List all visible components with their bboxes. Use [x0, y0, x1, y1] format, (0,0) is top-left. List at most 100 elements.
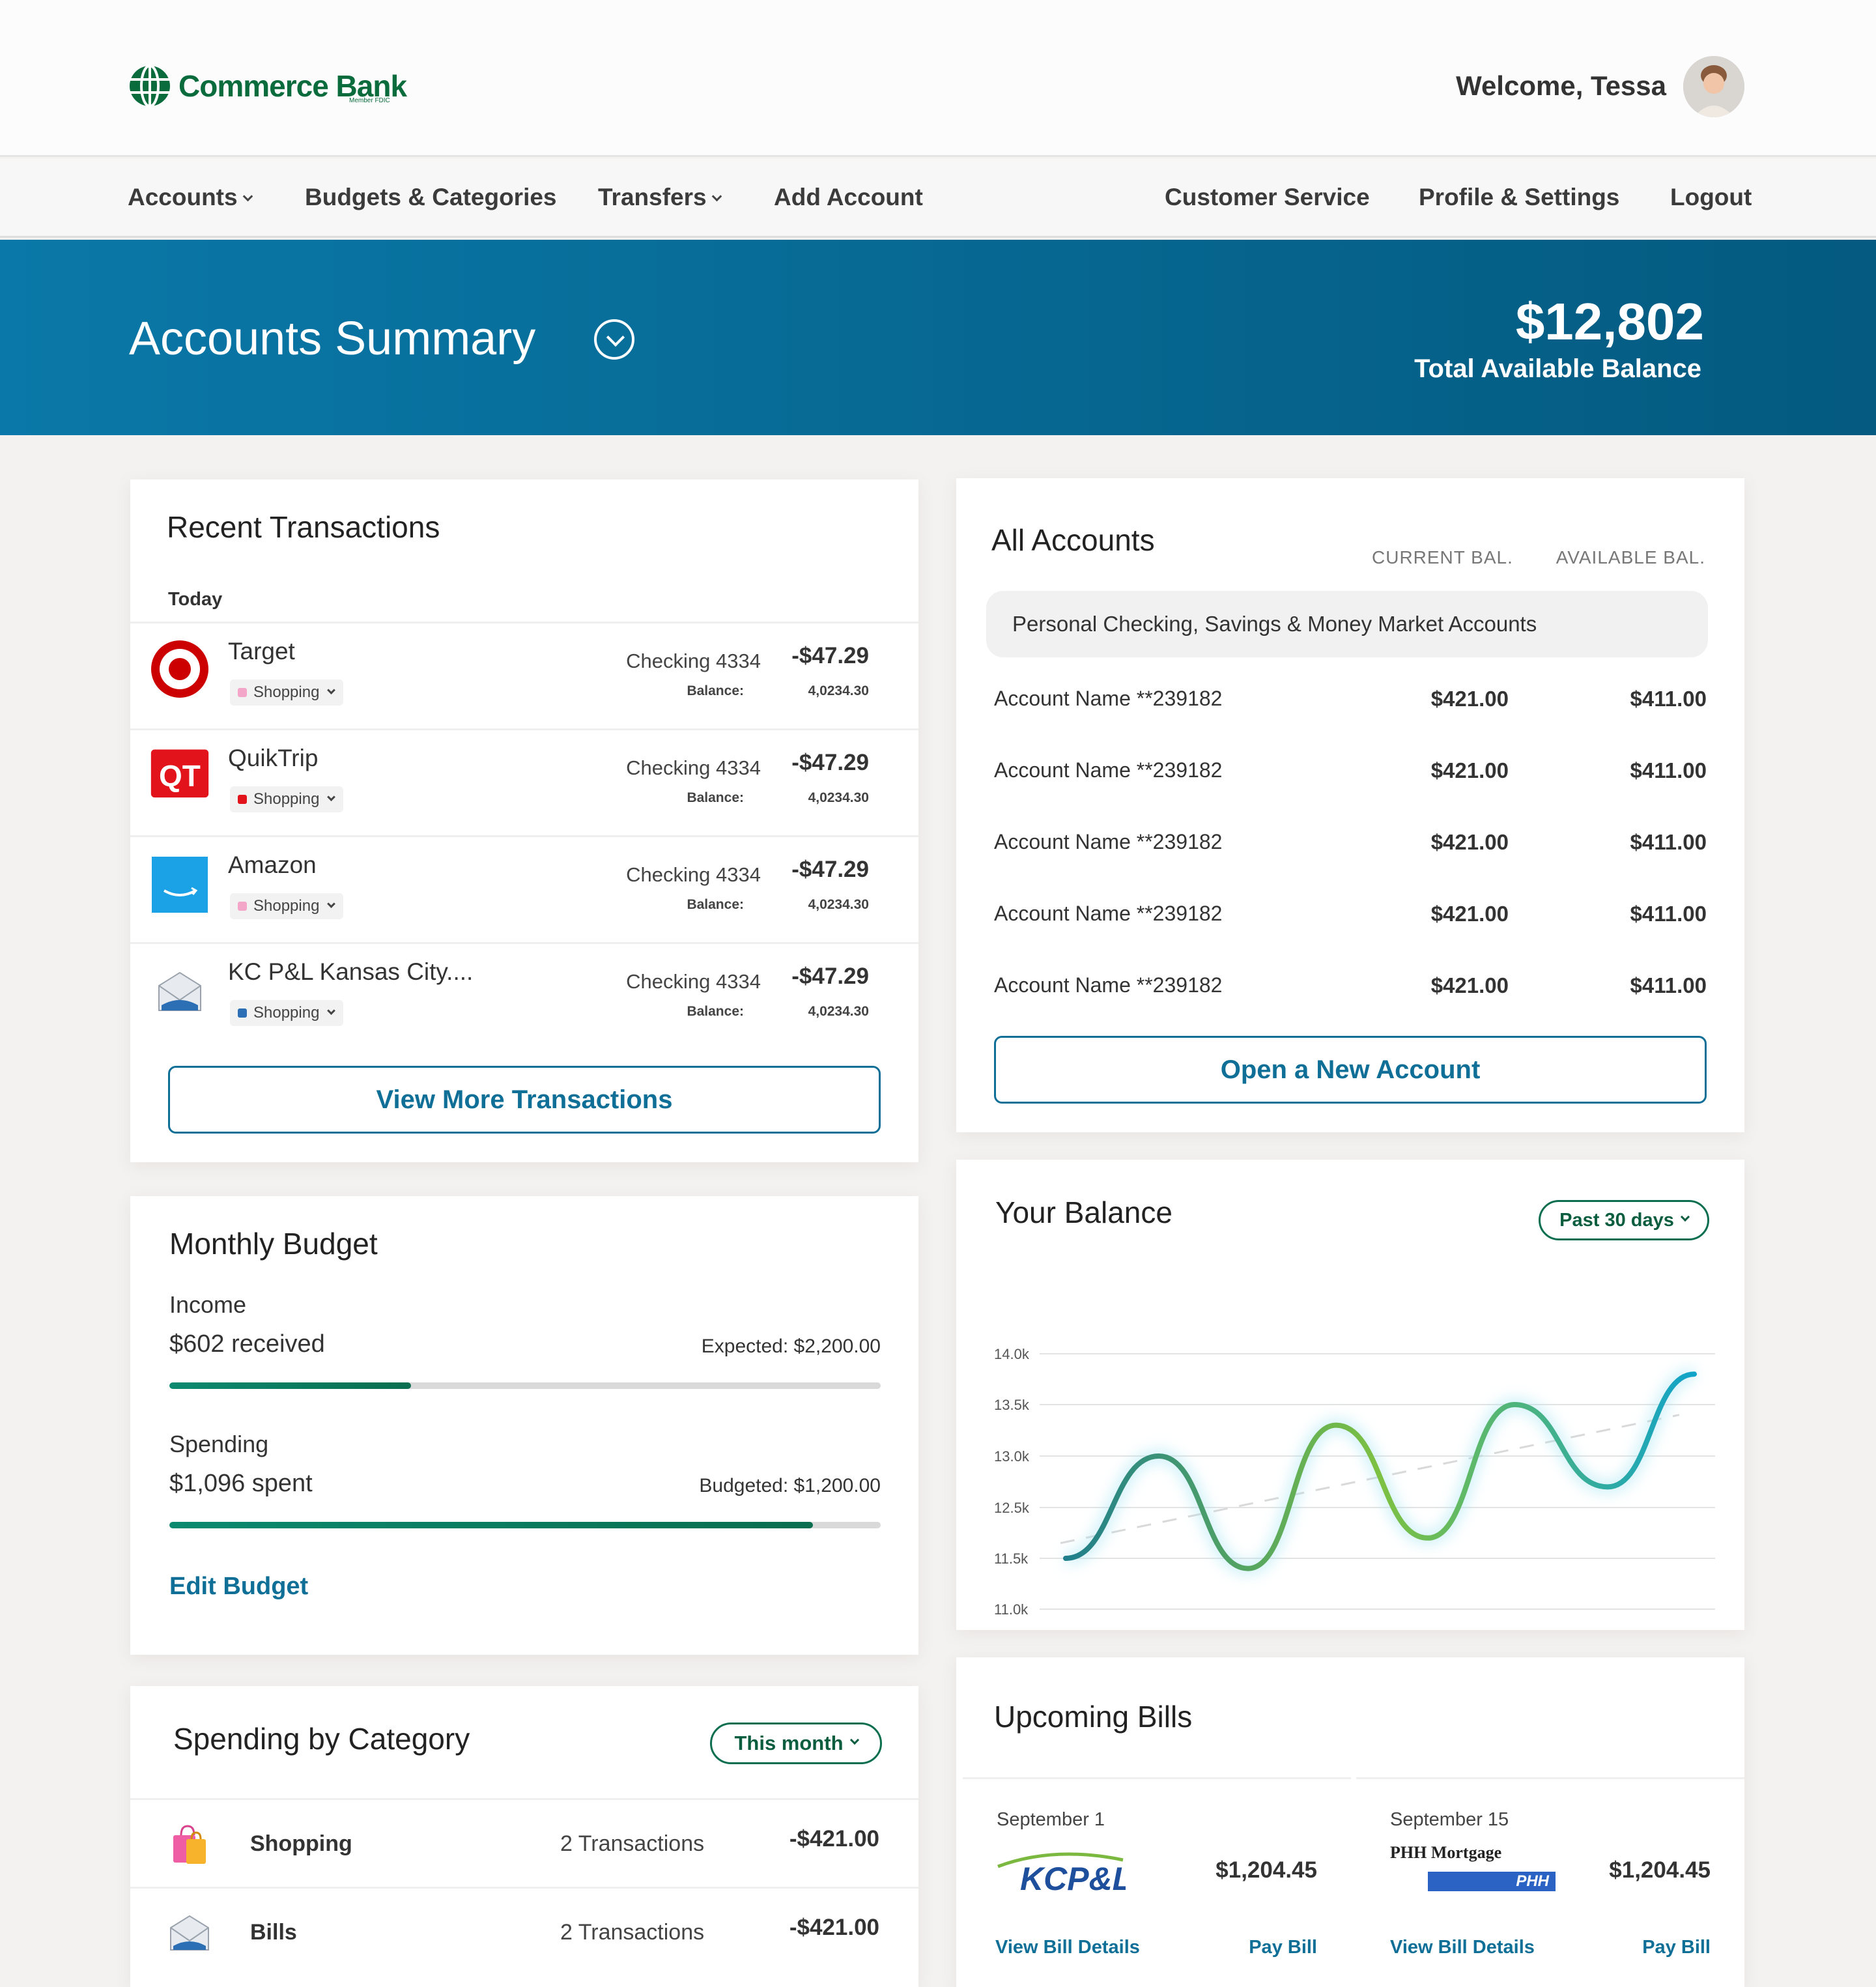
y-tick-label: 12.5k	[994, 1500, 1030, 1516]
edit-budget-link[interactable]: Edit Budget	[169, 1573, 308, 1601]
recent-transactions-title: Recent Transactions	[167, 510, 440, 544]
pay-bill-link[interactable]: Pay Bill	[1249, 1937, 1317, 1958]
account-row[interactable]: Account Name **239182 $421.00 $411.00	[956, 902, 1744, 941]
income-value: $602 received	[169, 1330, 325, 1358]
balance-range-dropdown[interactable]: Past 30 days	[1539, 1200, 1709, 1240]
transaction-amount: -$47.29	[791, 857, 869, 882]
bill-date: September 1	[997, 1809, 1105, 1830]
shopping-bag-icon	[238, 688, 247, 697]
merchant-name: QuikTrip	[228, 745, 319, 771]
spending-progress-bar	[169, 1522, 881, 1528]
available-balance: $411.00	[1630, 758, 1707, 782]
total-balance-amount: $12,802	[1515, 293, 1704, 350]
current-balance: $421.00	[1430, 973, 1509, 997]
available-balance: $411.00	[1630, 902, 1707, 926]
view-bill-details-link[interactable]: View Bill Details	[995, 1937, 1140, 1958]
income-progress-fill	[169, 1382, 412, 1389]
transaction-row[interactable]: KC P&L Kansas City.... Shopping Checking…	[130, 942, 918, 1049]
day-header: Today	[168, 589, 223, 610]
nav-logout[interactable]: Logout	[1670, 184, 1752, 211]
merchant-name: Target	[228, 638, 295, 665]
nav-profile-settings[interactable]: Profile & Settings	[1419, 184, 1619, 211]
brand-logo[interactable]: Commerce Bank Member FDIC	[128, 64, 407, 108]
balance-series-line	[1063, 1371, 1697, 1571]
nav-customer-service[interactable]: Customer Service	[1165, 184, 1370, 211]
chevron-circle-icon[interactable]	[594, 319, 634, 360]
open-new-account-button[interactable]: Open a New Account	[994, 1036, 1707, 1104]
account-label: Checking 4334	[626, 756, 761, 779]
transaction-row[interactable]: QT QuikTrip Shopping Checking 4334 -$47.…	[130, 728, 918, 835]
envelope-icon	[170, 1915, 209, 1951]
nav-transfers[interactable]: Transfers	[598, 184, 722, 211]
category-amount: -$421.00	[789, 1826, 879, 1851]
pay-bill-link[interactable]: Pay Bill	[1642, 1937, 1711, 1958]
category-chip[interactable]: Shopping	[230, 893, 344, 919]
top-bar: Commerce Bank Member FDIC Welcome, Tessa	[0, 0, 1876, 157]
spending-budgeted: Budgeted: $1,200.00	[699, 1475, 881, 1496]
transaction-row[interactable]: Amazon Shopping Checking 4334 -$47.29 Ba…	[130, 835, 918, 942]
spending-category-title: Spending by Category	[173, 1722, 470, 1756]
nav-add-account[interactable]: Add Account	[774, 184, 923, 211]
account-label: Checking 4334	[626, 863, 761, 886]
bill-payee: KCP&L	[1020, 1861, 1126, 1895]
account-label: Checking 4334	[626, 650, 761, 672]
merchant-name: KC P&L Kansas City....	[228, 958, 474, 985]
monthly-budget-title: Monthly Budget	[169, 1227, 378, 1261]
transaction-row[interactable]: Target Shopping Checking 4334 -$47.29 Ba…	[130, 622, 918, 728]
category-chip[interactable]: Shopping	[230, 786, 344, 812]
y-tick-label: 14.0k	[994, 1346, 1030, 1362]
nav-accounts[interactable]: Accounts	[128, 184, 253, 211]
current-balance: $421.00	[1430, 758, 1509, 782]
transaction-amount: -$47.29	[791, 643, 869, 668]
summary-banner: Accounts Summary $12,802 Total Available…	[0, 240, 1876, 435]
spending-range-dropdown[interactable]: This month	[710, 1723, 882, 1764]
balance-label: Balance:	[687, 790, 744, 805]
balance-value: 4,0234.30	[808, 683, 869, 698]
current-balance: $421.00	[1430, 830, 1509, 854]
spending-value: $1,096 spent	[169, 1470, 313, 1497]
chevron-down-icon	[327, 899, 336, 908]
y-tick-label: 11.0k	[994, 1601, 1029, 1618]
bill-amount: $1,204.45	[1609, 1857, 1711, 1883]
income-expected: Expected: $2,200.00	[701, 1336, 881, 1357]
avatar[interactable]	[1683, 56, 1744, 117]
transaction-amount: -$47.29	[791, 750, 869, 775]
view-more-transactions-button[interactable]: View More Transactions	[168, 1066, 881, 1134]
account-row[interactable]: Account Name **239182 $421.00 $411.00	[956, 973, 1744, 1012]
transaction-count: 2 Transactions	[560, 1920, 705, 1945]
shopping-bag-icon	[173, 1825, 206, 1864]
transaction-count: 2 Transactions	[560, 1831, 705, 1856]
svg-text:QT: QT	[159, 759, 201, 793]
spending-label: Spending	[169, 1431, 269, 1457]
account-name: Account Name **239182	[994, 973, 1223, 997]
balance-value: 4,0234.30	[808, 897, 869, 912]
spending-progress-fill	[169, 1522, 814, 1528]
category-row[interactable]: Bills 2 Transactions -$421.00	[130, 1887, 918, 1975]
bill-date: September 15	[1390, 1809, 1509, 1830]
bill-card: September 1 KCP&L $1,204.45 View Bill De…	[963, 1777, 1351, 1987]
all-accounts-title: All Accounts	[991, 523, 1155, 557]
fdic-label: Member FDIC	[349, 97, 390, 104]
chevron-down-icon	[711, 191, 722, 202]
account-row[interactable]: Account Name **239182 $421.00 $411.00	[956, 758, 1744, 797]
nav-budgets-categories[interactable]: Budgets & Categories	[305, 184, 557, 211]
view-bill-details-link[interactable]: View Bill Details	[1390, 1937, 1535, 1958]
globe-icon	[130, 64, 170, 107]
account-group-header[interactable]: Personal Checking, Savings & Money Marke…	[986, 591, 1708, 657]
category-chip[interactable]: Shopping	[230, 1000, 344, 1026]
chevron-down-icon	[327, 792, 336, 801]
chevron-down-icon	[1680, 1212, 1690, 1222]
category-row[interactable]: Shopping 2 Transactions -$421.00	[130, 1798, 918, 1887]
available-balance: $411.00	[1630, 830, 1707, 854]
bill-payee: PHH Mortgage	[1390, 1843, 1502, 1862]
y-tick-label: 13.0k	[994, 1448, 1030, 1465]
merchant-name: Amazon	[228, 851, 317, 878]
y-tick-label: 13.5k	[994, 1397, 1030, 1413]
balance-value: 4,0234.30	[808, 1004, 869, 1019]
category-chip[interactable]: Shopping	[230, 679, 344, 706]
bill-card: September 15 PHH Mortgage PHH $1,204.45 …	[1356, 1777, 1744, 1987]
account-row[interactable]: Account Name **239182 $421.00 $411.00	[956, 687, 1744, 726]
income-progress-bar	[169, 1382, 881, 1389]
balance-label: Balance:	[687, 897, 744, 912]
account-row[interactable]: Account Name **239182 $421.00 $411.00	[956, 830, 1744, 869]
